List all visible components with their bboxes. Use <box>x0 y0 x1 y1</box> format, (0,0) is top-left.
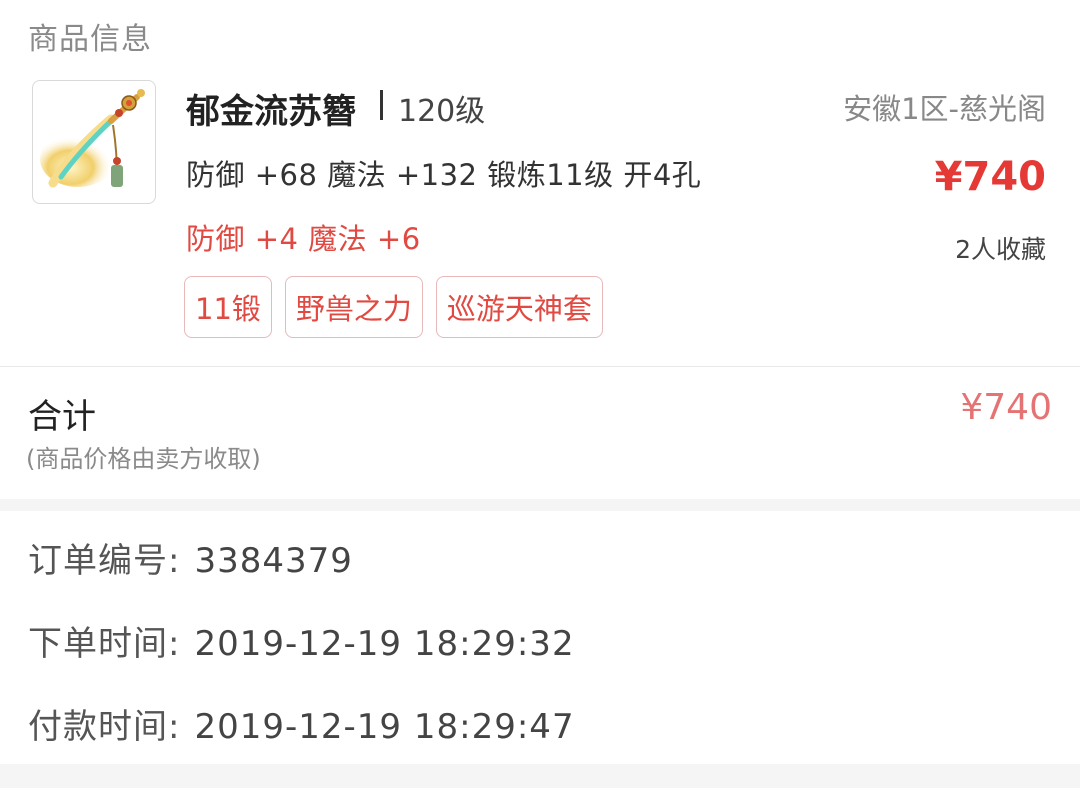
order-placed-value: 2019-12-19 18:29:32 <box>194 624 575 664</box>
order-placed-row: 下单时间: 2019-12-19 18:29:32 <box>28 616 575 665</box>
tag-forge: 11锻 <box>184 276 272 338</box>
section-title: 商品信息 <box>28 22 152 57</box>
order-details-card: 订单编号: 3384379 下单时间: 2019-12-19 18:29:32 付款… <box>0 511 1080 764</box>
hairpin-icon <box>40 89 145 188</box>
order-number-label: 订单编号: <box>28 541 181 581</box>
favorites-count: 2人收藏 <box>955 235 1046 264</box>
tag-beast-power: 野兽之力 <box>284 276 423 338</box>
name-separator <box>380 90 383 120</box>
order-paid-row: 付款时间: 2019-12-19 18:29:47 <box>28 699 575 748</box>
item-thumbnail[interactable] <box>32 80 156 204</box>
item-bonus-stats: 防御 +4 魔法 +6 <box>186 222 421 256</box>
product-info-card: 商品信息 郁金流苏簪 120级 安徽1区-慈光阁 防御 +68 魔法 +132 … <box>0 0 1080 366</box>
order-number-value: 3384379 <box>194 541 353 581</box>
item-name[interactable]: 郁金流苏簪 <box>186 84 356 133</box>
item-level: 120级 <box>398 94 486 129</box>
item-price: ¥740 <box>934 154 1046 200</box>
order-paid-value: 2019-12-19 18:29:47 <box>194 707 575 747</box>
item-tags: 11锻 野兽之力 巡游天神套 <box>184 276 603 338</box>
order-placed-label: 下单时间: <box>28 624 181 664</box>
order-paid-label: 付款时间: <box>28 707 181 747</box>
item-stats: 防御 +68 魔法 +132 锻炼11级 开4孔 <box>186 158 702 192</box>
server-name: 安徽1区-慈光阁 <box>843 92 1046 126</box>
tag-set: 巡游天神套 <box>435 276 603 338</box>
total-note: (商品价格由卖方收取) <box>26 445 261 473</box>
total-card: 合计 (商品价格由卖方收取) ¥740 <box>0 367 1080 499</box>
order-number-row: 订单编号: 3384379 <box>28 533 353 582</box>
total-label: 合计 <box>28 397 96 437</box>
total-price: ¥740 <box>960 387 1052 428</box>
